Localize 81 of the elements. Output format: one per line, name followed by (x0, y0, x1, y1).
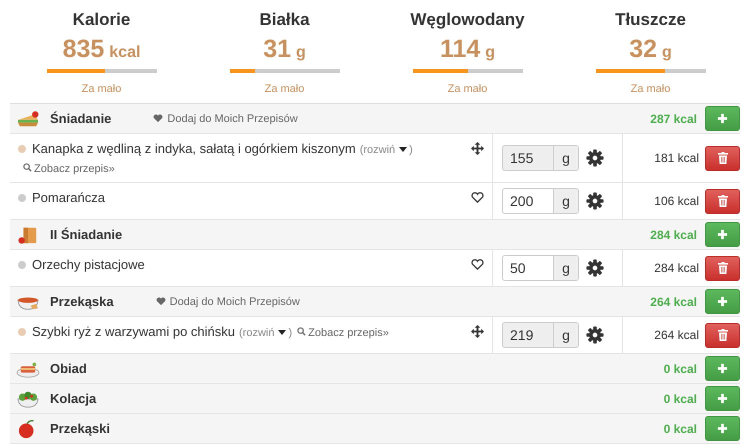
amount-field[interactable]: 200 g (502, 188, 579, 214)
macro-value: 31 (263, 35, 292, 63)
food-name: Kanapka z wędliną z indyka, sałatą i ogórkiem kiszonym (32, 141, 356, 156)
macro-label: Białka (259, 10, 310, 30)
caret-icon (278, 330, 286, 335)
settings-icon[interactable] (586, 259, 604, 277)
plus-icon (717, 296, 728, 307)
add-button[interactable] (705, 106, 740, 131)
move-icon[interactable] (471, 325, 484, 338)
plus-icon (717, 363, 728, 374)
meal-kcal: 287 kcal (650, 112, 697, 126)
trash-icon (718, 329, 728, 341)
delete-button[interactable] (705, 188, 740, 214)
meal-name: Przekąski (50, 421, 110, 436)
food-kcal: 106 kcal (654, 194, 699, 208)
meal-kcal: 0 kcal (664, 422, 697, 436)
macro-unit: g (296, 44, 306, 61)
view-recipe-link[interactable]: Zobacz przepis» (23, 163, 115, 175)
meal-kcal: 0 kcal (664, 362, 697, 376)
food-name: Orzechy pistacjowe (32, 257, 145, 272)
settings-icon[interactable] (586, 149, 604, 167)
settings-icon[interactable] (586, 326, 604, 344)
macro-unit: g (662, 44, 672, 61)
expand-link[interactable]: (rozwiń ) (360, 144, 413, 156)
add-button[interactable] (705, 289, 740, 314)
macro-status: Za mało (630, 83, 670, 95)
macro-status: Za mało (448, 83, 488, 95)
meal-kcal: 0 kcal (664, 392, 697, 406)
food-kcal: 264 kcal (654, 328, 699, 342)
macro-value: 835 (62, 35, 104, 63)
food-name: Szybki ryż z warzywami po chińsku (32, 324, 235, 339)
search-icon (23, 163, 32, 172)
heart-icon[interactable] (471, 258, 484, 271)
caret-icon (399, 147, 408, 152)
macro-value: 32 (629, 35, 658, 63)
amount-field[interactable]: 219 g (502, 322, 579, 348)
trash-icon (718, 195, 728, 207)
settings-icon[interactable] (586, 192, 604, 210)
search-icon (297, 327, 306, 336)
sandwich-icon (16, 108, 40, 128)
food-name: Pomarańcza (32, 190, 105, 205)
meal-kcal: 264 kcal (650, 294, 697, 308)
move-icon[interactable] (471, 142, 484, 155)
macro-status: Za mało (264, 83, 304, 95)
macro-label: Węglowodany (410, 10, 525, 30)
macro-status: Za mało (82, 83, 122, 95)
heart-icon[interactable] (471, 191, 484, 204)
delete-button[interactable] (705, 146, 740, 170)
heart-icon (156, 297, 166, 306)
add-button[interactable] (705, 356, 740, 381)
add-button[interactable] (705, 222, 740, 247)
delete-button[interactable] (705, 256, 740, 280)
meal-name: II Śniadanie (50, 227, 122, 242)
meal-kcal: 284 kcal (650, 228, 697, 242)
macro-unit: kcal (109, 44, 140, 61)
delete-button[interactable] (705, 322, 740, 348)
plus-icon (717, 423, 728, 434)
add-to-favorites-link[interactable]: Dodaj do Moich Przepisów (153, 112, 298, 124)
meal-name: Kolacja (50, 391, 96, 406)
macro-label: Tłuszcze (615, 10, 686, 30)
macro-label: Kalorie (72, 10, 130, 30)
trash-icon (718, 262, 728, 274)
macro-value: 114 (440, 35, 480, 63)
plus-icon (717, 393, 728, 404)
add-button[interactable] (705, 386, 740, 411)
amount-field[interactable]: 50 g (502, 255, 579, 281)
food-kcal: 181 kcal (654, 151, 699, 165)
plus-icon (717, 229, 728, 240)
meal-name: Obiad (50, 361, 87, 376)
expand-link[interactable]: (rozwiń ) (239, 327, 292, 339)
view-recipe-link[interactable]: Zobacz przepis» (297, 327, 389, 339)
macro-unit: g (485, 44, 496, 61)
trash-icon (718, 152, 728, 164)
meal-name: Śniadanie (50, 111, 112, 126)
heart-icon (153, 114, 164, 123)
plus-icon (717, 113, 728, 124)
add-button[interactable] (705, 416, 740, 441)
food-kcal: 284 kcal (654, 261, 699, 275)
amount-field[interactable]: 155 g (502, 145, 579, 171)
add-to-favorites-link[interactable]: Dodaj do Moich Przepisów (156, 296, 300, 308)
meal-name: Przekąska (50, 294, 114, 309)
